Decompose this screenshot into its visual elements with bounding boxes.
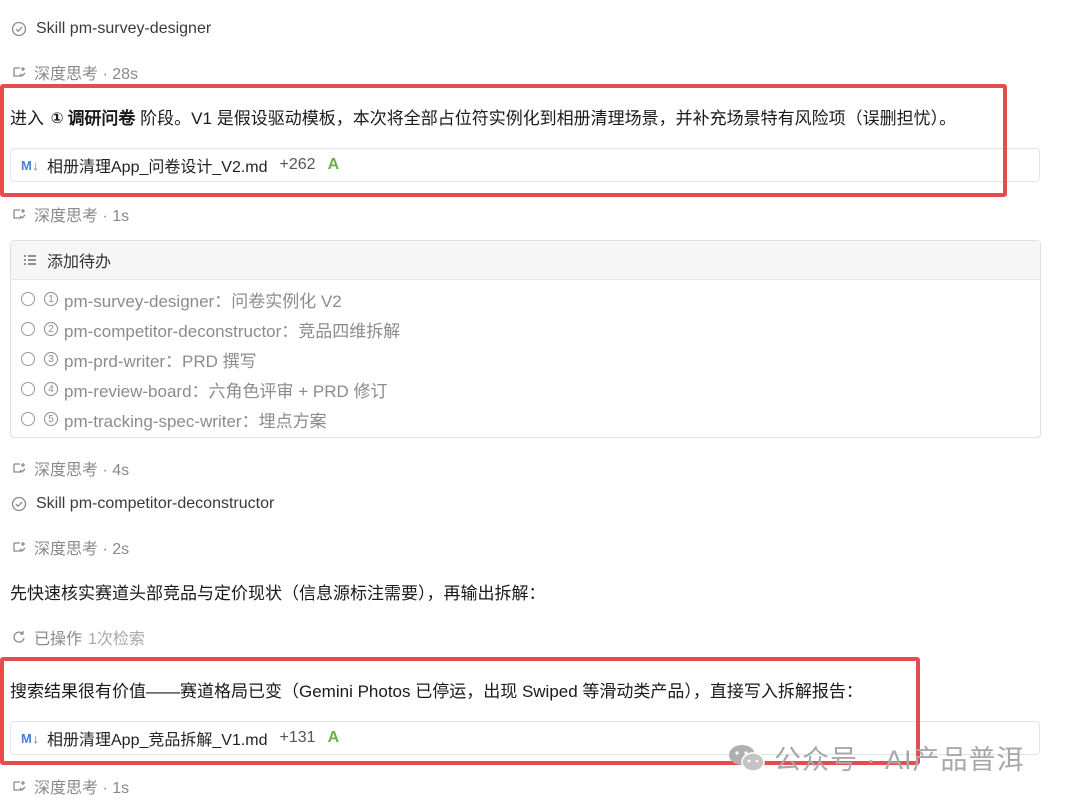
message-paragraph: 进入 ① 调研问卷 阶段。V1 是假设驱动模板，本次将全部占位符实例化到相册清理场… (10, 104, 956, 129)
file-change-card[interactable]: M↓ 相册清理App_问卷设计_V2.md +262 A (10, 148, 1040, 182)
todo-item[interactable]: 2 pm-competitor-deconstructor：竞品四维拆解 (11, 314, 1040, 344)
step-number: ① (50, 110, 64, 127)
thinking-label: 深度思考 · 28s (34, 66, 139, 83)
lines-added: +262 (279, 156, 316, 173)
file-name: 相册清理App_竞品拆解_V1.md (47, 732, 268, 749)
watermark-text: 公众号 · AI产品普洱 (774, 745, 1025, 775)
step-number: 2 (44, 322, 58, 336)
check-circle-icon (10, 20, 28, 38)
markdown-icon: M↓ (21, 730, 40, 746)
checkbox-circle[interactable] (21, 412, 35, 426)
thinking-row[interactable]: 深度思考 · 2s (10, 535, 129, 559)
brain-icon (10, 205, 28, 223)
todo-item[interactable]: 3 pm-prd-writer：PRD 撰写 (11, 344, 1040, 374)
thinking-row[interactable]: 深度思考 · 28s (10, 60, 138, 84)
brain-icon (10, 459, 28, 477)
checklist-icon (21, 251, 39, 269)
thinking-row[interactable]: 深度思考 · 1s (10, 202, 129, 226)
thinking-label: 深度思考 · 4s (34, 462, 130, 479)
checkbox-circle[interactable] (21, 382, 35, 396)
operation-label: 已操作 (34, 631, 83, 648)
para-text: 进入 (10, 109, 44, 128)
todo-item-text: pm-survey-designer：问卷实例化 V2 (64, 291, 342, 311)
thinking-row[interactable]: 深度思考 · 4s (10, 456, 129, 480)
checkbox-circle[interactable] (21, 322, 35, 336)
lines-added: +131 (279, 729, 316, 746)
skill-name: pm-survey-designer (69, 20, 212, 37)
brain-icon (10, 777, 28, 795)
file-name: 相册清理App_问卷设计_V2.md (47, 159, 268, 176)
message-paragraph: 先快速核实赛道头部竞品与定价现状（信息源标注需要），再输出拆解： (10, 584, 546, 603)
para-text: 阶段。V1 是假设驱动模板，本次将全部占位符实例化到相册清理场景，并补充场景特有… (140, 109, 957, 128)
todo-title: 添加待办 (47, 254, 112, 271)
refresh-search-icon (10, 628, 28, 646)
thinking-row[interactable]: 深度思考 · 1s (10, 774, 129, 798)
thinking-label: 深度思考 · 1s (34, 780, 130, 797)
wechat-icon (726, 741, 768, 775)
todo-item-text: pm-prd-writer：PRD 撰写 (64, 351, 257, 371)
todo-item[interactable]: 4 pm-review-board：六角色评审 + PRD 修订 (11, 374, 1040, 404)
todo-panel: 添加待办 1 pm-survey-designer：问卷实例化 V2 2 pm-… (10, 240, 1041, 438)
thinking-label: 深度思考 · 1s (34, 208, 130, 225)
skill-prefix: Skill (36, 20, 66, 37)
para-bold: 调研问卷 (67, 109, 136, 128)
watermark: 公众号 · AI产品普洱 (726, 738, 1025, 777)
todo-item[interactable]: 5 pm-tracking-spec-writer：埋点方案 (11, 404, 1040, 434)
todo-item[interactable]: 1 pm-survey-designer：问卷实例化 V2 (11, 284, 1040, 314)
thinking-label: 深度思考 · 2s (34, 541, 130, 558)
skill-row[interactable]: Skill pm-competitor-deconstructor (10, 495, 274, 513)
file-status-badge: A (327, 729, 340, 746)
brain-icon (10, 538, 28, 556)
step-number: 4 (44, 382, 58, 396)
message-paragraph: 搜索结果很有价值——赛道格局已变（Gemini Photos 已停运，出现 Sw… (10, 682, 863, 701)
step-number: 3 (44, 352, 58, 366)
checkbox-circle[interactable] (21, 352, 35, 366)
skill-row[interactable]: Skill pm-survey-designer (10, 20, 211, 38)
brain-icon (10, 63, 28, 81)
todo-item-text: pm-tracking-spec-writer：埋点方案 (64, 411, 327, 431)
skill-prefix: Skill (36, 495, 66, 512)
check-circle-icon (10, 495, 28, 513)
checkbox-circle[interactable] (21, 292, 35, 306)
skill-name: pm-competitor-deconstructor (69, 495, 275, 512)
todo-item-text: pm-review-board：六角色评审 + PRD 修订 (64, 381, 388, 401)
step-number: 1 (44, 292, 58, 306)
operation-row[interactable]: 已操作 1次检索 (10, 625, 145, 649)
file-status-badge: A (327, 156, 340, 173)
todo-item-text: pm-competitor-deconstructor：竞品四维拆解 (64, 321, 401, 341)
step-number: 5 (44, 412, 58, 426)
operation-detail: 1次检索 (88, 631, 145, 648)
markdown-icon: M↓ (21, 157, 40, 173)
todo-header[interactable]: 添加待办 (11, 241, 1040, 280)
